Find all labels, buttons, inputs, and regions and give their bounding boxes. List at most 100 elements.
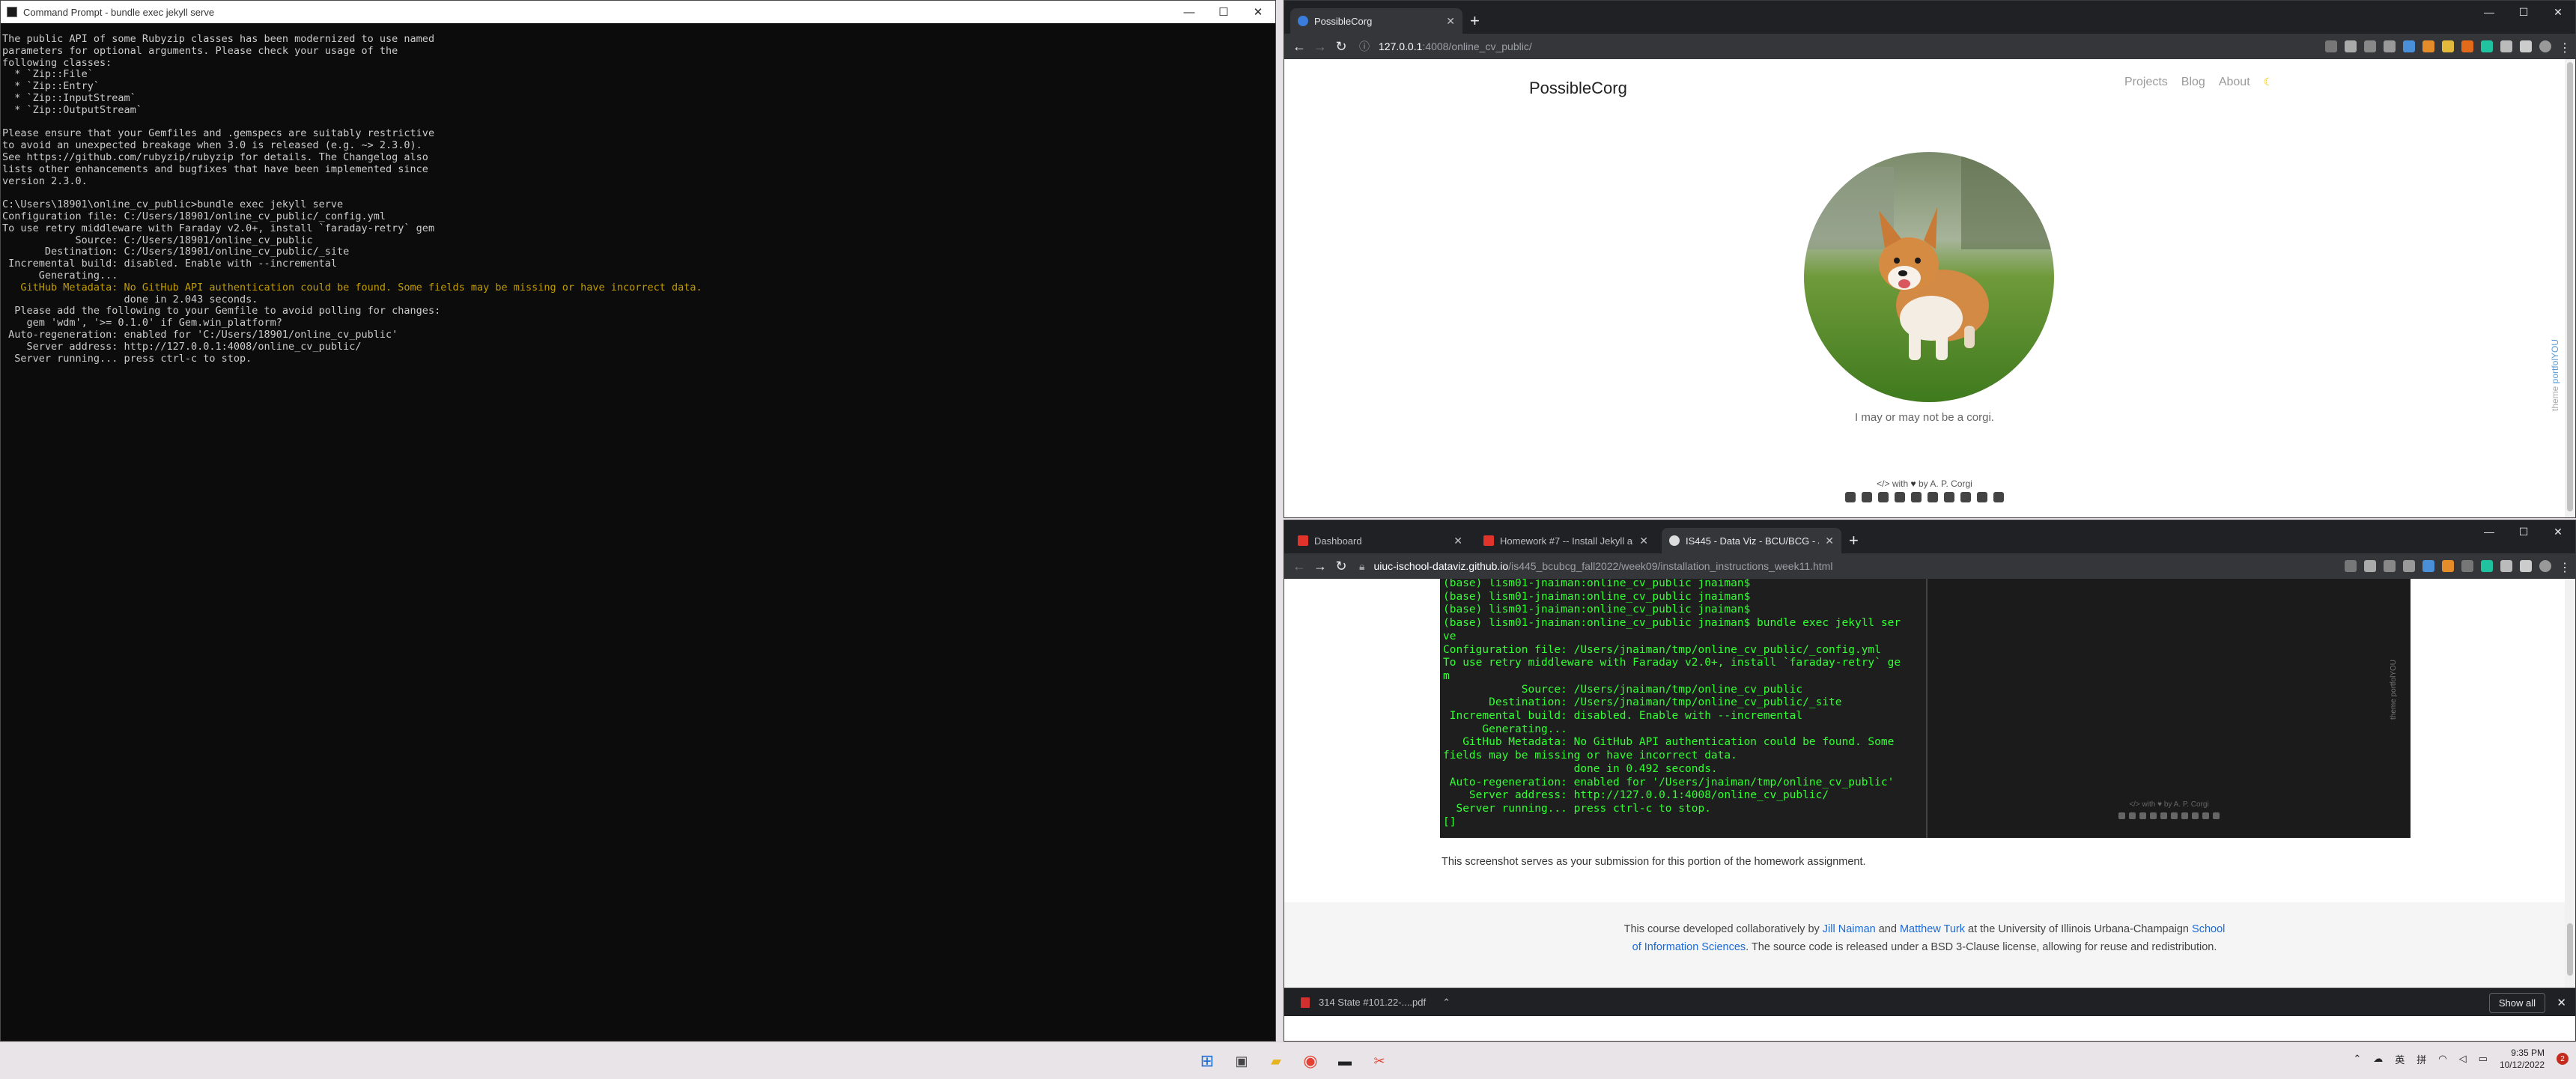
dark-mode-moon-icon[interactable]: ☾ bbox=[2264, 76, 2273, 89]
reload-icon[interactable]: ↻ bbox=[1331, 559, 1352, 574]
extension-icon[interactable] bbox=[2422, 40, 2434, 52]
forward-icon[interactable]: → bbox=[1310, 39, 1331, 55]
back-icon[interactable]: ← bbox=[1289, 559, 1310, 574]
tab-homework-7[interactable]: Homework #7 -- Install Jekyll an ✕ bbox=[1476, 528, 1656, 553]
command-prompt-window[interactable]: Command Prompt - bundle exec jekyll serv… bbox=[0, 0, 1276, 1042]
profile-icon[interactable] bbox=[2539, 560, 2551, 572]
tab-close-icon[interactable]: ✕ bbox=[1453, 535, 1462, 547]
maximize-icon[interactable]: ☐ bbox=[2506, 1, 2541, 23]
linkedin-icon[interactable] bbox=[1911, 492, 1922, 502]
page-scrollbar[interactable] bbox=[2565, 59, 2575, 517]
cmd-titlebar[interactable]: Command Prompt - bundle exec jekyll serv… bbox=[1, 1, 1275, 23]
medium-icon[interactable] bbox=[1928, 492, 1938, 502]
tab-possiblecorg[interactable]: PossibleCorg ✕ bbox=[1290, 8, 1462, 34]
twitter-icon[interactable] bbox=[1960, 492, 1971, 502]
tab-is445-dataviz[interactable]: IS445 - Data Viz - BCU/BCG - Jek ✕ bbox=[1662, 528, 1841, 553]
theme-link[interactable]: portfolYOU bbox=[2550, 339, 2560, 383]
extension-icon[interactable] bbox=[2384, 560, 2396, 572]
nav-projects[interactable]: Projects bbox=[2124, 76, 2168, 89]
task-view-icon[interactable]: ▣ bbox=[1228, 1048, 1255, 1074]
site-title[interactable]: PossibleCorg bbox=[1529, 79, 1627, 98]
sidebar-icon[interactable] bbox=[2520, 40, 2532, 52]
cmd-output[interactable]: The public API of some Rubyzip classes h… bbox=[1, 23, 1275, 365]
nav-about[interactable]: About bbox=[2219, 76, 2250, 89]
ime-cloud-icon[interactable]: ☁ bbox=[2373, 1053, 2383, 1065]
nav-blog[interactable]: Blog bbox=[2181, 76, 2205, 89]
credits-text: This course developed collaboratively by bbox=[1623, 923, 1823, 935]
github-icon[interactable] bbox=[1895, 492, 1905, 502]
close-downloads-bar-icon[interactable]: ✕ bbox=[2557, 996, 2566, 1009]
extension-icon[interactable] bbox=[2481, 560, 2493, 572]
notification-badge[interactable]: 2 bbox=[2557, 1053, 2569, 1065]
address-bar[interactable]: ⓘ 127.0.0.1 :4008/online_cv_public/ bbox=[1359, 37, 2318, 56]
puzzle-icon[interactable] bbox=[2500, 560, 2512, 572]
youtube-icon[interactable] bbox=[1993, 492, 2004, 502]
close-icon[interactable]: ✕ bbox=[1241, 1, 1275, 23]
download-item[interactable]: 314 State #101.22-....pdf ⌃ bbox=[1301, 997, 1450, 1009]
menu-kebab-icon[interactable]: ⋮ bbox=[2559, 560, 2571, 574]
bookmark-star-icon[interactable] bbox=[2345, 40, 2357, 52]
chevron-up-icon[interactable]: ⌃ bbox=[2353, 1053, 2361, 1065]
menu-kebab-icon[interactable]: ⋮ bbox=[2559, 40, 2571, 55]
wifi-icon[interactable]: ◠ bbox=[2438, 1053, 2446, 1065]
extension-icon[interactable] bbox=[2442, 40, 2454, 52]
extension-icon[interactable] bbox=[2403, 560, 2415, 572]
extension-icon[interactable] bbox=[2364, 40, 2376, 52]
vimeo-icon[interactable] bbox=[1977, 492, 1987, 502]
new-tab-button[interactable]: + bbox=[1462, 8, 1487, 34]
profile-icon[interactable] bbox=[2539, 40, 2551, 52]
forward-icon[interactable]: → bbox=[1310, 559, 1331, 574]
minimize-icon[interactable]: — bbox=[1172, 1, 1206, 23]
tab-dashboard[interactable]: Dashboard ✕ bbox=[1290, 528, 1470, 553]
extension-icon[interactable] bbox=[2461, 40, 2473, 52]
clock[interactable]: 9:35 PM 10/12/2022 bbox=[2500, 1047, 2545, 1071]
minimize-icon[interactable]: — bbox=[2472, 520, 2506, 543]
maximize-icon[interactable]: ☐ bbox=[2506, 520, 2541, 543]
share-icon[interactable] bbox=[2345, 560, 2357, 572]
email-icon[interactable] bbox=[1862, 492, 1872, 502]
ime-mode-indicator[interactable]: 拼 bbox=[2416, 1052, 2426, 1066]
minimize-icon[interactable]: — bbox=[2472, 1, 2506, 23]
behance-icon[interactable] bbox=[1845, 492, 1856, 502]
maximize-icon[interactable]: ☐ bbox=[1206, 1, 1241, 23]
link-jill-naiman[interactable]: Jill Naiman bbox=[1823, 923, 1876, 935]
tab-close-icon[interactable]: ✕ bbox=[1446, 15, 1455, 28]
site-info-icon[interactable]: ⓘ bbox=[1359, 39, 1370, 54]
extension-icon[interactable] bbox=[2442, 560, 2454, 572]
address-bar[interactable]: 🔒︎ uiuc-ischool-dataviz.github.io /is445… bbox=[1359, 556, 2337, 576]
language-indicator[interactable]: 英 bbox=[2395, 1052, 2405, 1066]
tab-close-icon[interactable]: ✕ bbox=[1825, 535, 1834, 547]
extension-icon[interactable] bbox=[2422, 560, 2434, 572]
share-icon[interactable] bbox=[2325, 40, 2337, 52]
extension-icon[interactable] bbox=[2461, 560, 2473, 572]
extension-icon[interactable] bbox=[2384, 40, 2396, 52]
twitch-icon[interactable] bbox=[1944, 492, 1954, 502]
facebook-icon[interactable] bbox=[1878, 492, 1889, 502]
sidebar-icon[interactable] bbox=[2520, 560, 2532, 572]
back-icon[interactable]: ← bbox=[1289, 39, 1310, 55]
snipping-tool-icon[interactable]: ✂ bbox=[1366, 1048, 1393, 1074]
puzzle-icon[interactable] bbox=[2500, 40, 2512, 52]
terminal-icon[interactable]: ▬ bbox=[1331, 1048, 1358, 1074]
battery-icon[interactable]: ▭ bbox=[2479, 1053, 2488, 1065]
volume-icon[interactable]: ◁ bbox=[2459, 1053, 2467, 1065]
browser-window-top[interactable]: PossibleCorg ✕ + — ☐ ✕ ← → ↻ ⓘ 127.0.0.1… bbox=[1284, 0, 2576, 518]
browser-window-bottom[interactable]: Dashboard ✕ Homework #7 -- Install Jekyl… bbox=[1284, 520, 2576, 1042]
lock-icon[interactable]: 🔒︎ bbox=[1359, 560, 1364, 573]
start-windows-icon[interactable]: ⊞ bbox=[1194, 1048, 1221, 1074]
tab-close-icon[interactable]: ✕ bbox=[1639, 535, 1648, 547]
canvas-favicon-icon bbox=[1298, 535, 1308, 546]
chevron-up-icon[interactable]: ⌃ bbox=[1442, 997, 1450, 1009]
close-icon[interactable]: ✕ bbox=[2541, 520, 2575, 543]
close-icon[interactable]: ✕ bbox=[2541, 1, 2575, 23]
show-all-downloads-button[interactable]: Show all bbox=[2488, 993, 2545, 1013]
extension-icon[interactable] bbox=[2481, 40, 2493, 52]
bookmark-star-icon[interactable] bbox=[2364, 560, 2376, 572]
page-scrollbar[interactable] bbox=[2565, 579, 2575, 988]
new-tab-button[interactable]: + bbox=[1841, 528, 1866, 553]
file-explorer-icon[interactable]: ▰ bbox=[1263, 1048, 1289, 1074]
reload-icon[interactable]: ↻ bbox=[1331, 39, 1352, 55]
chrome-icon[interactable]: ◉ bbox=[1297, 1048, 1324, 1074]
link-matthew-turk[interactable]: Matthew Turk bbox=[1900, 923, 1965, 935]
extension-icon[interactable] bbox=[2403, 40, 2415, 52]
